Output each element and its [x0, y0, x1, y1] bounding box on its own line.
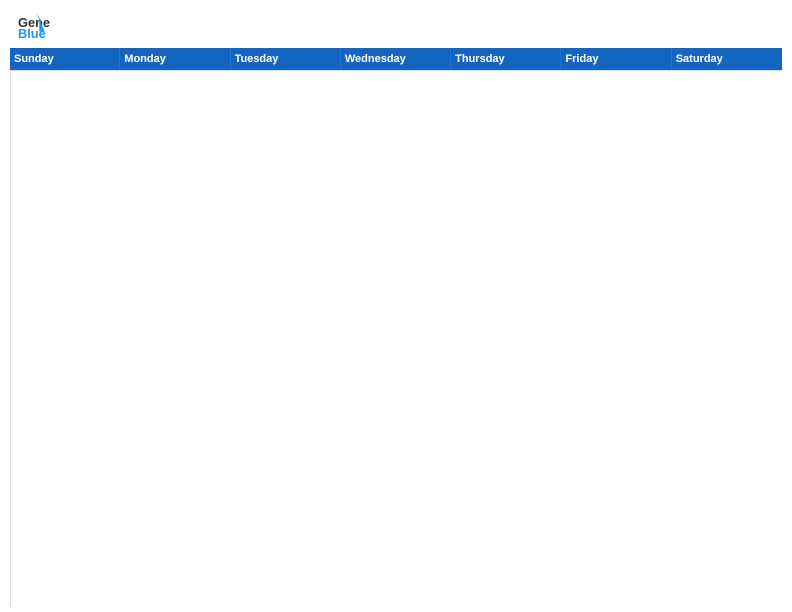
calendar-grid: [10, 70, 782, 606]
logo-icon: General Blue: [18, 14, 50, 42]
day-header-monday: Monday: [120, 48, 230, 70]
day-header-wednesday: Wednesday: [341, 48, 451, 70]
day-headers: SundayMondayTuesdayWednesdayThursdayFrid…: [10, 48, 782, 70]
calendar: SundayMondayTuesdayWednesdayThursdayFrid…: [0, 48, 792, 612]
day-header-sunday: Sunday: [10, 48, 120, 70]
page: General Blue SundayMondayTuesdayWednesda…: [0, 0, 792, 612]
day-header-tuesday: Tuesday: [231, 48, 341, 70]
logo: General Blue: [18, 14, 54, 42]
day-header-saturday: Saturday: [672, 48, 782, 70]
day-header-friday: Friday: [561, 48, 671, 70]
day-header-thursday: Thursday: [451, 48, 561, 70]
header: General Blue: [0, 0, 792, 48]
